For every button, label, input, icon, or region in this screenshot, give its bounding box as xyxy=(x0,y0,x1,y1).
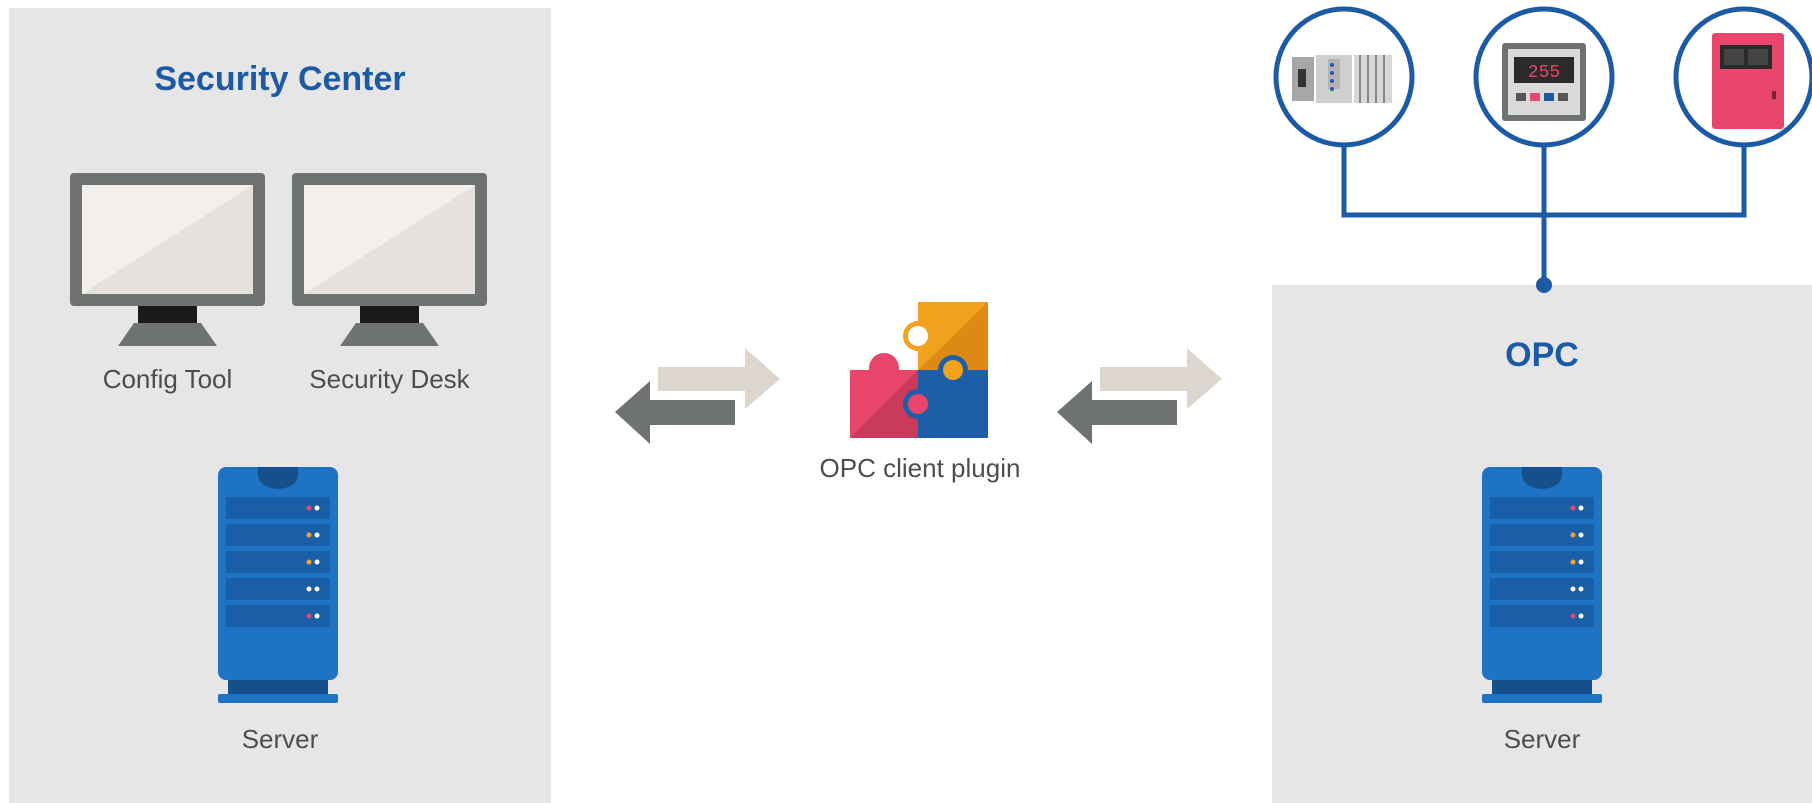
controller-display-icon: 255 xyxy=(1473,6,1615,148)
opc-title: OPC xyxy=(1505,336,1579,374)
monitor-icon xyxy=(70,173,265,346)
server-icon xyxy=(1482,467,1602,703)
bidirectional-arrows-icon xyxy=(615,348,780,444)
panel-box-icon xyxy=(1673,6,1812,148)
io-module-icon xyxy=(1273,6,1415,148)
workstation-label-config-tool: Config Tool xyxy=(102,364,233,394)
display-readout: 255 xyxy=(1528,63,1560,83)
server-icon xyxy=(218,467,338,703)
right-server-label: Server xyxy=(1503,724,1581,754)
monitor-icon xyxy=(292,173,487,346)
puzzle-plugin-icon xyxy=(850,302,988,438)
plugin-label: OPC client plugin xyxy=(819,453,1021,483)
left-server-label: Server xyxy=(241,724,319,754)
workstation-label-security-desk: Security Desk xyxy=(309,364,470,394)
security-center-title: Security Center xyxy=(154,60,406,98)
bidirectional-arrows-icon xyxy=(1057,348,1222,444)
